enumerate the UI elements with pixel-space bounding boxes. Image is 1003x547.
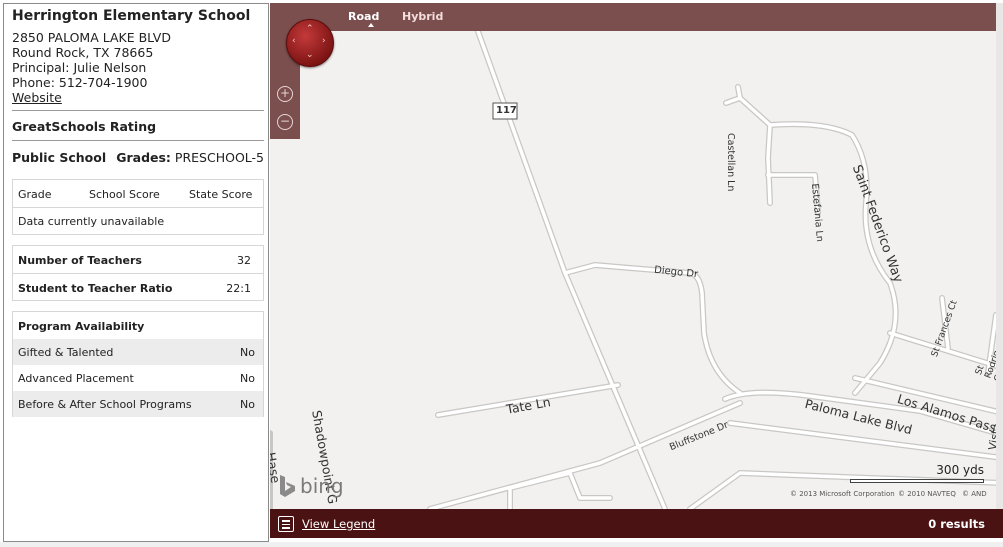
teachers-count-label: Number of Teachers [18,254,142,267]
school-name: Herrington Elementary School [12,8,251,24]
map-footer-bar: View Legend 0 results [270,509,1003,538]
page-bottom-strip [0,542,1003,547]
teachers-count-value: 32 [237,254,251,267]
program-label: Advanced Placement [18,372,134,385]
pan-left-icon[interactable]: ‹ [292,36,296,46]
grades-label: Grades: [116,150,171,165]
teachers-table: Number of Teachers 32 Student to Teacher… [12,245,264,301]
programs-header: Program Availability [13,312,263,339]
column-school-score: School Score [89,188,160,201]
grades: Grades: PRESCHOOL-5 [116,150,264,165]
table-row: Gifted & Talented No [13,339,263,365]
column-state-score: State Score [189,188,253,201]
program-label: Gifted & Talented [18,346,114,359]
bing-logo: bing [278,474,344,498]
column-grade: Grade [18,188,52,201]
score-table-header: Grade School Score State Score [13,188,263,202]
school-type: Public School [12,150,107,165]
results-count: 0 results [928,517,985,531]
zoom-in-icon[interactable]: + [277,86,293,102]
pan-up-icon[interactable]: ⌃ [306,24,314,34]
tab-hybrid[interactable]: Hybrid [402,10,443,23]
school-address-line1: 2850 PALOMA LAKE BLVD [12,30,171,45]
table-row: Number of Teachers 32 [13,246,263,273]
scale-bar [850,479,984,483]
divider [13,207,263,208]
programs-title: Program Availability [18,320,145,333]
program-value: No [240,346,255,359]
program-label: Before & After School Programs [18,398,192,411]
copyright-text: © 2010 NAVTEQ [898,490,956,498]
school-principal: Principal: Julie Nelson [12,60,147,75]
programs-table: Program Availability Gifted & Talented N… [12,311,264,417]
zoom-out-icon[interactable]: − [277,114,293,130]
tab-road[interactable]: Road [348,10,379,23]
score-unavailable-message: Data currently unavailable [18,215,165,228]
rating-title: GreatSchools Rating [12,119,157,134]
route-shield-label: 117 [496,105,517,116]
school-type-row: Public School Grades: PRESCHOOL-5 [12,150,264,165]
school-address-line2: Round Rock, TX 78665 [12,45,154,60]
copyright-text: © 2013 Microsoft Corporation [790,490,895,498]
grades-value: PRESCHOOL-5 [174,150,264,165]
map-type-bar: Road Hybrid [270,3,996,31]
ratio-value: 22:1 [226,282,251,295]
legend-list-icon[interactable] [278,516,294,532]
program-value: No [240,372,255,385]
pan-compass[interactable]: ⌃ ⌄ ‹ › [286,19,334,67]
table-row: Advanced Placement No [13,365,263,391]
school-info-panel: Herrington Elementary School 2850 PALOMA… [3,3,269,542]
table-row: Before & After School Programs No [13,391,263,417]
scale-label: 300 yds [936,463,984,477]
pan-down-icon[interactable]: ⌄ [306,50,314,60]
ratio-label: Student to Teacher Ratio [18,282,173,295]
score-table: Grade School Score State Score Data curr… [12,179,264,235]
divider [12,110,264,111]
divider [12,140,264,141]
map-scrollbar[interactable] [996,3,1003,509]
school-phone: Phone: 512-704-1900 [12,75,148,90]
bing-b-icon [280,475,295,497]
pan-right-icon[interactable]: › [322,36,326,46]
map-canvas[interactable]: 117 Castellan Ln Estefania Ln Saint Fede… [270,3,1003,509]
program-value: No [240,398,255,411]
view-legend-link[interactable]: View Legend [302,517,375,531]
street-label: Castellan Ln [725,133,736,192]
table-row: Student to Teacher Ratio 22:1 [13,274,263,301]
copyright-text: © AND [962,490,987,498]
school-website-link[interactable]: Website [12,90,62,105]
bing-wordmark: bing [300,474,344,498]
selected-tab-caret-icon [368,23,374,27]
